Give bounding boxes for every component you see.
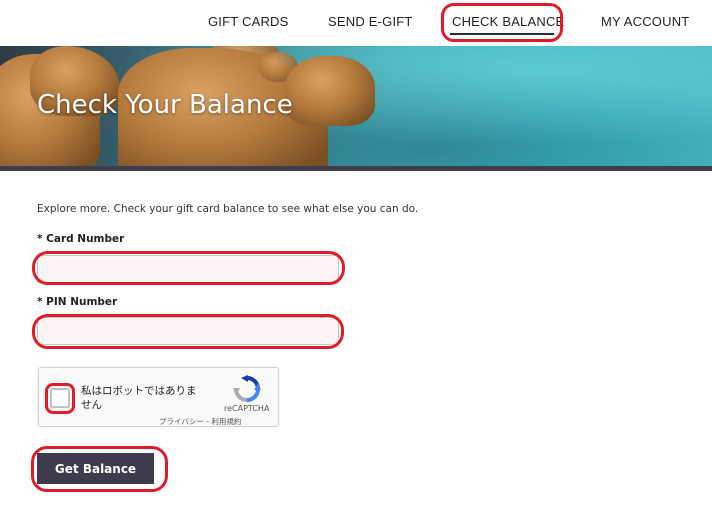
page-title: Check Your Balance: [37, 90, 293, 120]
recaptcha-terms-link[interactable]: 利用規約: [211, 417, 241, 426]
recaptcha-brand: reCAPTCHA: [224, 404, 270, 413]
recaptcha-checkbox[interactable]: [50, 388, 70, 408]
pin-number-label: * PIN Number: [37, 296, 118, 308]
card-number-label: * Card Number: [37, 233, 125, 245]
recaptcha-logo-icon: [233, 375, 261, 402]
card-number-input[interactable]: [37, 255, 339, 283]
nav-item-gift-cards[interactable]: GIFT CARDS: [208, 14, 289, 29]
top-navigation: GIFT CARDS SEND E-GIFT CHECK BALANCE MY …: [0, 0, 712, 46]
nav-item-my-account[interactable]: MY ACCOUNT: [601, 14, 689, 29]
recaptcha-widget: 私はロボットではありません reCAPTCHA プライバシー - 利用規約: [38, 367, 279, 427]
nav-item-send-e-gift[interactable]: SEND E-GIFT: [328, 14, 413, 29]
recaptcha-links: プライバシー - 利用規約: [159, 416, 241, 427]
active-nav-underline: [450, 33, 554, 35]
pin-number-input[interactable]: [37, 317, 339, 345]
intro-text: Explore more. Check your gift card balan…: [37, 203, 419, 215]
hero-rock-image: [285, 56, 375, 126]
nav-item-check-balance[interactable]: CHECK BALANCE: [452, 14, 564, 29]
hero-banner: Check Your Balance: [0, 46, 712, 166]
get-balance-button[interactable]: Get Balance: [37, 453, 154, 484]
recaptcha-privacy-link[interactable]: プライバシー: [159, 417, 204, 426]
hero-divider: [0, 166, 712, 171]
recaptcha-label: 私はロボットではありません: [81, 385, 197, 411]
